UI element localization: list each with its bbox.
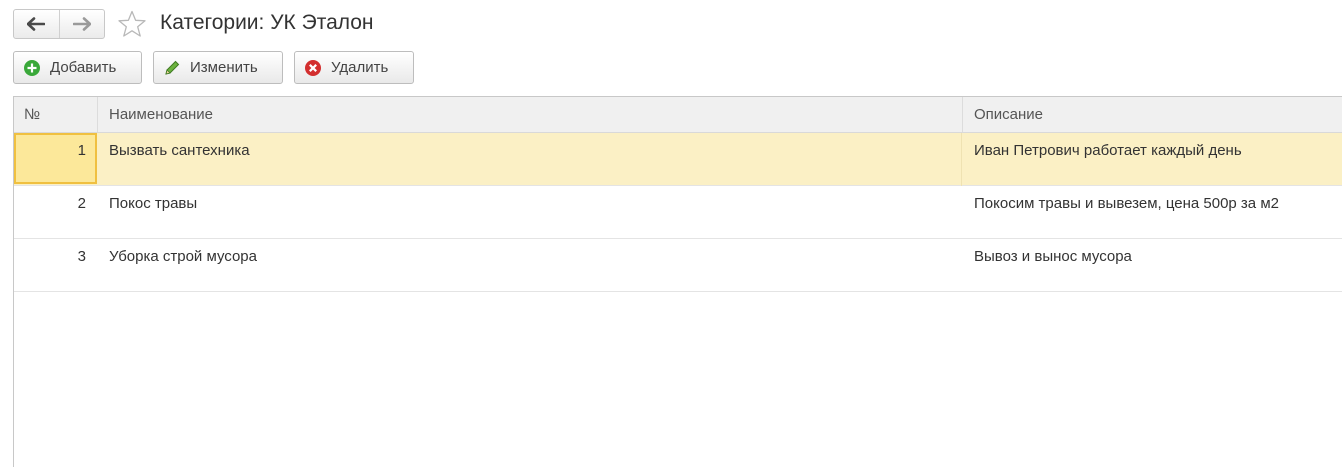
- history-nav: [13, 9, 105, 39]
- table-row[interactable]: 2 Покос травы Покосим травы и вывезем, ц…: [14, 186, 1342, 239]
- row-description-cell[interactable]: Иван Петрович работает каждый день: [974, 133, 1342, 185]
- plus-circle-icon: [23, 59, 41, 77]
- column-header-description[interactable]: Описание: [974, 97, 1334, 132]
- delete-button[interactable]: Удалить: [294, 51, 414, 84]
- arrow-left-icon: [27, 17, 46, 31]
- x-circle-icon: [304, 59, 322, 77]
- column-divider: [97, 97, 98, 132]
- back-button[interactable]: [14, 10, 59, 38]
- add-button[interactable]: Добавить: [13, 51, 142, 84]
- column-divider: [961, 133, 962, 186]
- row-name-cell[interactable]: Вызвать сантехника: [109, 133, 959, 185]
- table-header: № Наименование Описание: [14, 97, 1342, 133]
- add-button-label: Добавить: [50, 59, 117, 76]
- table-row[interactable]: 1 Вызвать сантехника Иван Петрович работ…: [14, 133, 1342, 186]
- row-name-cell[interactable]: Покос травы: [109, 186, 959, 238]
- star-outline-icon: [118, 10, 146, 37]
- row-number-cell[interactable]: 3: [14, 239, 97, 291]
- row-number-cell[interactable]: 2: [14, 186, 97, 238]
- table-row[interactable]: 3 Уборка строй мусора Вывоз и вынос мусо…: [14, 239, 1342, 292]
- page-title: Категории: УК Эталон: [160, 11, 374, 34]
- categories-table: № Наименование Описание 1 Вызвать сантех…: [13, 96, 1342, 467]
- row-description-cell[interactable]: Вывоз и вынос мусора: [974, 239, 1342, 291]
- row-name-cell[interactable]: Уборка строй мусора: [109, 239, 959, 291]
- edit-button[interactable]: Изменить: [153, 51, 283, 84]
- column-divider: [962, 97, 963, 132]
- favorite-button[interactable]: [117, 10, 147, 38]
- edit-button-label: Изменить: [190, 59, 258, 76]
- row-number-cell[interactable]: 1: [14, 133, 97, 184]
- forward-button[interactable]: [58, 10, 105, 38]
- row-description-cell[interactable]: Покосим травы и вывезем, цена 500р за м2: [974, 186, 1342, 238]
- arrow-right-icon: [72, 17, 91, 31]
- pencil-icon: [163, 59, 181, 77]
- column-header-name[interactable]: Наименование: [109, 97, 949, 132]
- column-header-number[interactable]: №: [24, 97, 94, 132]
- delete-button-label: Удалить: [331, 59, 389, 76]
